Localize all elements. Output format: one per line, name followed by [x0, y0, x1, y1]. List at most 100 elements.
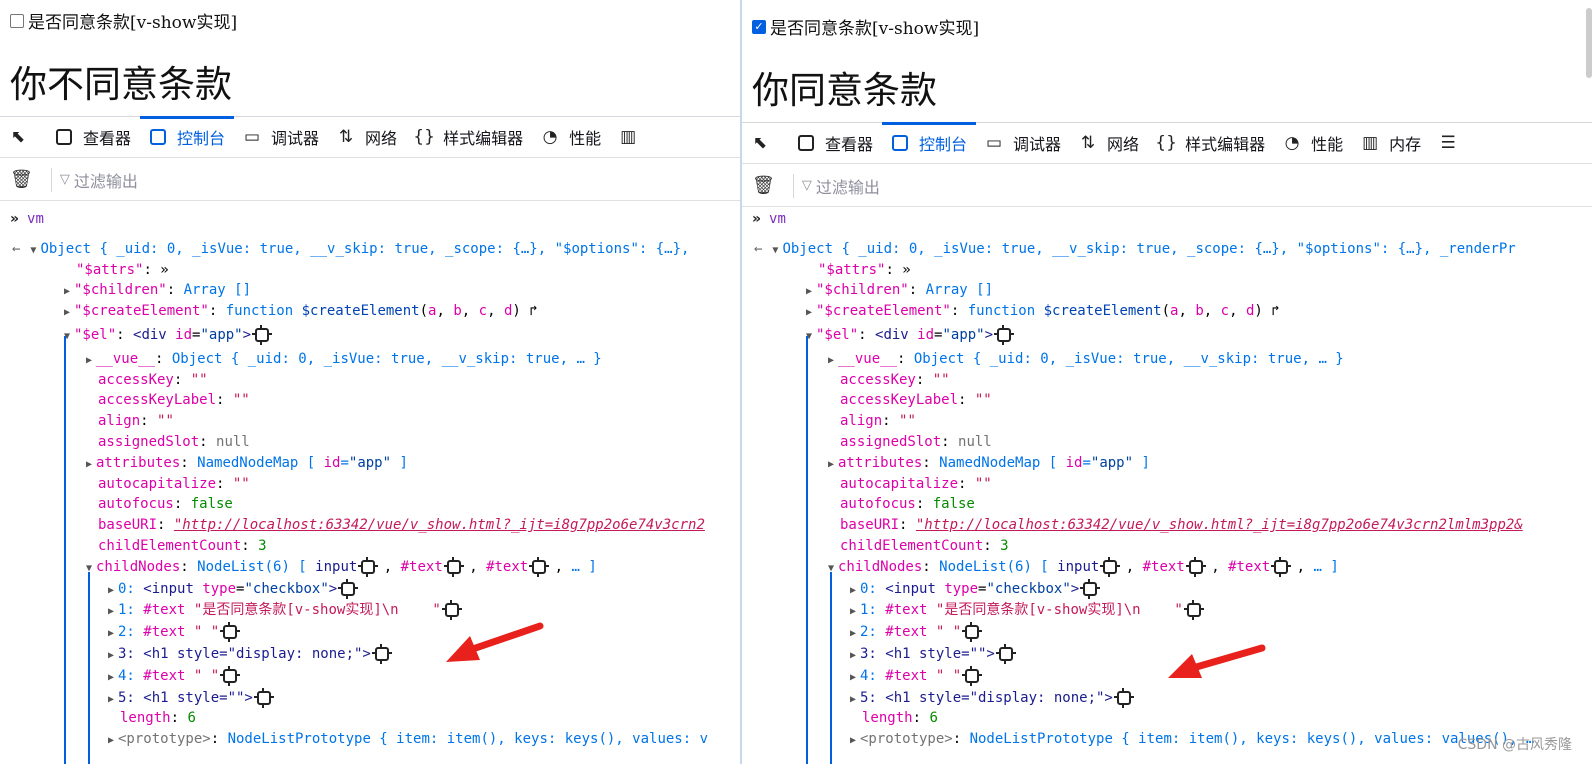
collapse-icon[interactable]: ▶ [802, 303, 816, 324]
child-node-4[interactable]: ▶ 4: #text " " [0, 665, 740, 689]
node-target-icon[interactable] [441, 600, 459, 618]
expand-icon[interactable]: ▼ [60, 327, 74, 348]
prop-children[interactable]: ▶ "$children": Array [] [742, 280, 1592, 301]
collapse-icon[interactable]: ▶ [104, 731, 118, 752]
base-uri-link[interactable]: "http://localhost:63342/vue/v_show.html?… [174, 517, 705, 533]
jump-icon[interactable]: ↱ [1271, 303, 1279, 319]
collapse-icon[interactable]: ▶ [846, 731, 860, 752]
tab-inspector[interactable]: 查看器 [46, 117, 140, 157]
node-target-icon[interactable] [1100, 556, 1118, 574]
node-target-icon[interactable] [529, 556, 547, 574]
prop-attrs[interactable]: "$attrs": » [0, 260, 740, 281]
child-node-2[interactable]: ▶ 2: #text " " [0, 622, 740, 643]
prop-el[interactable]: ▼ "$el": <div id="app"> [0, 324, 740, 348]
prop-baseuri[interactable]: baseURI: "http://localhost:63342/vue/v_s… [742, 515, 1592, 536]
node-target-icon[interactable] [358, 556, 376, 574]
node-target-icon[interactable] [252, 324, 270, 342]
collapse-icon[interactable]: ▶ [846, 624, 860, 645]
child-node-1[interactable]: ▶ 1: #text "是否同意条款[v-show实现]\n " [0, 600, 740, 621]
node-target-icon[interactable] [1185, 556, 1203, 574]
base-uri-link[interactable]: "http://localhost:63342/vue/v_show.html?… [916, 517, 1523, 533]
prop-childnodes[interactable]: ▼ childNodes: NodeList(6) [ input , #text… [0, 556, 740, 578]
filter-input[interactable]: 过滤输出 [74, 168, 138, 192]
collapse-icon[interactable]: ▶ [824, 455, 838, 476]
expand-icon[interactable]: ▼ [768, 241, 782, 262]
prop-el[interactable]: ▼ "$el": <div id="app"> [742, 324, 1592, 348]
filter-input[interactable]: 过滤输出 [816, 174, 880, 198]
node-target-icon[interactable] [338, 578, 356, 596]
collapse-icon[interactable]: ▶ [104, 690, 118, 711]
node-target-icon[interactable] [1271, 556, 1289, 574]
node-target-icon[interactable] [962, 622, 980, 640]
child-node-0[interactable]: ▶ 0: <input type="checkbox"> [0, 578, 740, 602]
prop-attributes[interactable]: ▶ attributes: NamedNodeMap [ id="app" ] [742, 453, 1592, 474]
collapse-icon[interactable]: ▶ [60, 303, 74, 324]
agree-checkbox-row[interactable]: 是否同意条款[v-show实现] [10, 8, 237, 33]
tab-memory[interactable]: ▥ 内存 [1352, 123, 1430, 163]
node-target-icon[interactable] [1183, 600, 1201, 618]
node-target-icon[interactable] [443, 556, 461, 574]
prop-attributes[interactable]: ▶ attributes: NamedNodeMap [ id="app" ] [0, 453, 740, 474]
collapse-icon[interactable]: ▶ [60, 282, 74, 303]
expand-icon[interactable]: ▼ [802, 327, 816, 348]
node-target-icon[interactable] [220, 622, 238, 640]
prop-prototype[interactable]: ▶ <prototype>: NodeListPrototype { item: … [0, 729, 740, 750]
collapse-icon[interactable]: ▶ [846, 690, 860, 711]
element-picker-button[interactable]: ⬉ [742, 123, 788, 163]
tab-network[interactable]: ⇅ 网络 [328, 117, 406, 157]
collapse-icon[interactable]: ▶ [846, 646, 860, 667]
node-target-icon[interactable] [994, 324, 1012, 342]
tab-console[interactable]: 控制台 [882, 122, 977, 163]
tab-performance[interactable]: ◔ 性能 [532, 117, 610, 157]
node-target-icon[interactable] [995, 643, 1013, 661]
child-node-1[interactable]: ▶ 1: #text "是否同意条款[v-show实现]\n " [742, 600, 1592, 621]
tab-console[interactable]: 控制台 [140, 116, 235, 157]
expand-icon[interactable]: ▼ [26, 241, 40, 262]
page-scrollbar[interactable] [1586, 8, 1592, 78]
tab-style-editor[interactable]: {} 样式编辑器 [406, 117, 532, 157]
collapse-icon[interactable]: ▶ [846, 581, 860, 602]
collapse-icon[interactable]: ▶ [104, 646, 118, 667]
prop-childnodes[interactable]: ▼ childNodes: NodeList(6) [ input , #text… [742, 556, 1592, 578]
prop-baseuri[interactable]: baseURI: "http://localhost:63342/vue/v_s… [0, 515, 740, 536]
agree-checkbox[interactable] [10, 13, 24, 28]
collapse-icon[interactable]: ▶ [104, 602, 118, 623]
collapse-icon[interactable]: ▶ [846, 668, 860, 689]
tab-debugger[interactable]: ▭ 调试器 [976, 123, 1070, 163]
collapse-icon[interactable]: ▶ [104, 581, 118, 602]
tab-inspector[interactable]: 查看器 [788, 123, 882, 163]
collapse-icon[interactable]: ▶ [846, 602, 860, 623]
collapse-icon[interactable]: ▶ [104, 624, 118, 645]
prop-create-element[interactable]: ▶ "$createElement": function $createEleme… [0, 301, 740, 322]
node-target-icon[interactable] [962, 665, 980, 683]
tab-memory-partial[interactable]: ▥ [610, 117, 656, 157]
tab-network[interactable]: ⇅ 网络 [1070, 123, 1148, 163]
agree-checkbox-checked[interactable]: ✓ [752, 19, 766, 34]
collapse-icon[interactable]: ▶ [82, 455, 96, 476]
prop-vue[interactable]: ▶ __vue__: Object { _uid: 0, _isVue: true… [742, 349, 1592, 370]
node-target-icon[interactable] [1080, 578, 1098, 596]
collapse-icon[interactable]: ▶ [82, 351, 96, 372]
node-target-icon[interactable] [371, 643, 389, 661]
node-target-icon[interactable] [1113, 687, 1131, 705]
child-node-5[interactable]: ▶ 5: <h1 style=""> [0, 687, 740, 711]
result-object-line[interactable]: ← ▼ Object { _uid: 0, _isVue: true, __v_sk… [0, 239, 740, 260]
child-node-3[interactable]: ▶ 3: <h1 style="display: none;"> [0, 643, 740, 667]
collapse-icon[interactable]: ▶ [104, 668, 118, 689]
tab-more-partial[interactable]: ☰ [1430, 123, 1476, 163]
child-node-5[interactable]: ▶ 5: <h1 style="display: none;"> [742, 687, 1592, 711]
element-picker-button[interactable]: ⬉ [0, 117, 46, 157]
tab-style-editor[interactable]: {} 样式编辑器 [1148, 123, 1274, 163]
result-object-line[interactable]: ← ▼ Object { _uid: 0, _isVue: true, __v_sk… [742, 239, 1592, 260]
node-target-icon[interactable] [220, 665, 238, 683]
child-node-0[interactable]: ▶ 0: <input type="checkbox"> [742, 578, 1592, 602]
node-target-icon[interactable] [253, 687, 271, 705]
prop-attrs[interactable]: "$attrs": » [742, 260, 1592, 281]
jump-icon[interactable]: ↱ [529, 303, 537, 319]
collapse-icon[interactable]: ▶ [824, 351, 838, 372]
prop-vue[interactable]: ▶ __vue__: Object { _uid: 0, _isVue: true… [0, 349, 740, 370]
prop-children[interactable]: ▶ "$children": Array [] [0, 280, 740, 301]
agree-checkbox-row[interactable]: ✓ 是否同意条款[v-show实现] [752, 14, 979, 39]
tab-performance[interactable]: ◔ 性能 [1274, 123, 1352, 163]
collapse-icon[interactable]: ▶ [802, 282, 816, 303]
